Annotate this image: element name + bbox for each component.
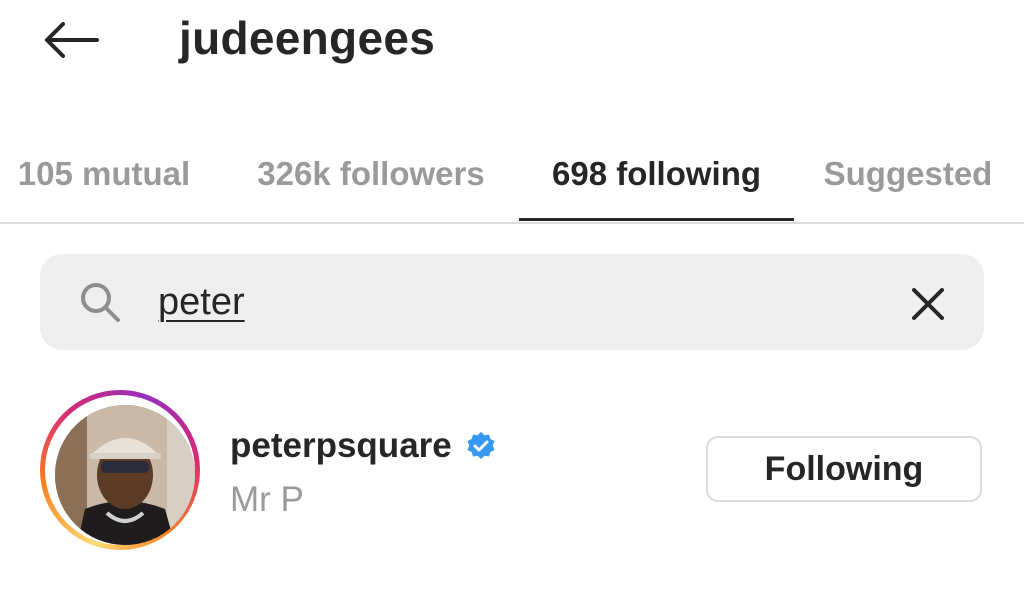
avatar[interactable] [55,405,195,545]
list-item[interactable]: peterpsquare Mr P Following [0,380,1024,560]
tab-following[interactable]: 698 following [519,128,794,220]
profile-username: judeengees [179,12,436,64]
user-handle[interactable]: peterpsquare [230,424,452,468]
tabs-divider [0,222,1024,224]
close-icon [912,288,944,320]
back-button[interactable] [36,14,106,66]
active-tab-indicator [519,218,794,221]
search-input[interactable] [158,270,838,334]
tab-mutual[interactable]: 105 mutual [0,128,208,220]
tab-suggested[interactable]: Suggested [810,128,1006,220]
user-display-name: Mr P [230,480,304,519]
avatar-image [55,405,195,545]
top-bar: judeengees [0,0,1024,90]
user-handle-row[interactable]: peterpsquare [230,424,496,468]
arrow-left-icon [45,22,99,58]
clear-search-button[interactable] [900,276,956,332]
verified-badge-icon [467,432,495,459]
search-icon [81,283,120,322]
story-ring [40,390,200,550]
following-button[interactable]: Following [706,436,982,502]
follow-tabs: 105 mutual 326k followers 698 following … [0,128,1024,224]
tab-followers[interactable]: 326k followers [240,128,502,220]
